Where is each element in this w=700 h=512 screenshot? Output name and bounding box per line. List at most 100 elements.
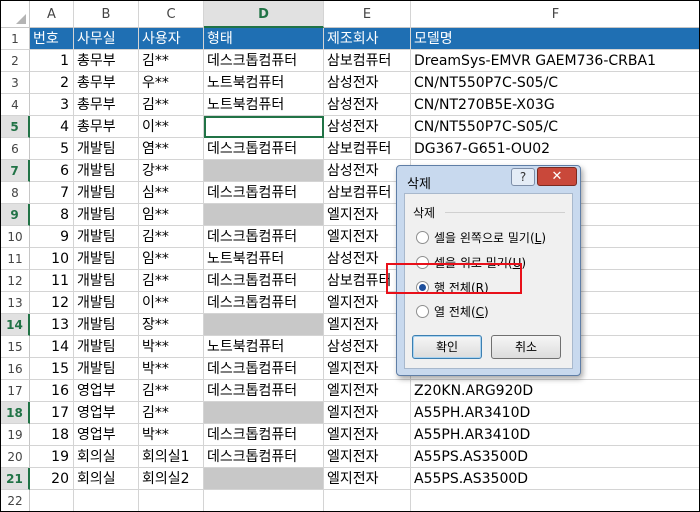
cell[interactable] [204, 490, 324, 511]
row-header[interactable]: 18 [1, 402, 30, 424]
cell[interactable]: 박** [139, 336, 204, 358]
cell[interactable]: A55PS.AS3500D [411, 468, 699, 490]
cell[interactable]: 회의실 [74, 446, 139, 468]
header-cell[interactable]: 사용자 [139, 28, 204, 50]
row-header[interactable]: 6 [1, 138, 30, 160]
row-header[interactable]: 4 [1, 94, 30, 116]
cell[interactable]: A55PH.AR3410D [411, 424, 699, 446]
cell[interactable]: 데스크톱컴퓨터 [204, 50, 324, 72]
cell[interactable]: 개발팀 [74, 204, 139, 226]
row-header[interactable]: 15 [1, 336, 30, 358]
cell[interactable]: 10 [30, 248, 74, 270]
cell[interactable]: 삼보컴퓨터 [324, 50, 411, 72]
cell[interactable] [324, 490, 411, 511]
cell[interactable]: 데스크톱컴퓨터 [204, 424, 324, 446]
cell[interactable]: 개발팀 [74, 314, 139, 336]
cell[interactable]: 데스크톱컴퓨터 [204, 292, 324, 314]
cell[interactable] [204, 116, 324, 138]
option-entire-column[interactable]: 열 전체(C) [416, 303, 489, 321]
cell[interactable]: 개발팀 [74, 358, 139, 380]
option-shift-left[interactable]: 셀을 왼쪽으로 밀기(L) [416, 229, 546, 247]
cell[interactable]: 데스크톱컴퓨터 [204, 182, 324, 204]
row-header[interactable]: 20 [1, 446, 30, 468]
column-header-a[interactable]: A [30, 1, 74, 28]
cell[interactable]: 개발팀 [74, 138, 139, 160]
cell[interactable]: 김** [139, 270, 204, 292]
cell[interactable]: 영업부 [74, 380, 139, 402]
cell[interactable]: 이** [139, 116, 204, 138]
cell[interactable] [411, 490, 699, 511]
cell[interactable]: 개발팀 [74, 270, 139, 292]
cell[interactable]: 개발팀 [74, 336, 139, 358]
cell[interactable]: 엘지전자 [324, 424, 411, 446]
cell[interactable]: 15 [30, 358, 74, 380]
cell[interactable]: 2 [30, 72, 74, 94]
row-header[interactable]: 8 [1, 182, 30, 204]
cell[interactable]: 심** [139, 182, 204, 204]
help-button[interactable]: ? [511, 168, 535, 186]
cell[interactable]: 데스크톱컴퓨터 [204, 446, 324, 468]
cell[interactable]: 7 [30, 182, 74, 204]
cell[interactable]: 6 [30, 160, 74, 182]
cell[interactable]: 영업부 [74, 402, 139, 424]
cell[interactable] [204, 468, 324, 490]
row-header[interactable]: 21 [1, 468, 30, 490]
cell[interactable]: CN/NT550P7C-S05/C [411, 72, 699, 94]
cell[interactable]: 데스크톱컴퓨터 [204, 380, 324, 402]
column-header-f[interactable]: F [411, 1, 699, 28]
cell[interactable] [204, 204, 324, 226]
cell[interactable]: 12 [30, 292, 74, 314]
cell[interactable] [204, 314, 324, 336]
cell[interactable]: 데스크톱컴퓨터 [204, 270, 324, 292]
cell[interactable]: 5 [30, 138, 74, 160]
row-header[interactable]: 5 [1, 116, 30, 138]
row-header[interactable]: 9 [1, 204, 30, 226]
cell[interactable] [204, 402, 324, 424]
row-header[interactable]: 13 [1, 292, 30, 314]
cell[interactable]: A55PS.AS3500D [411, 446, 699, 468]
close-button[interactable]: ✕ [537, 167, 577, 186]
cell[interactable]: 9 [30, 226, 74, 248]
cell[interactable]: 4 [30, 116, 74, 138]
cell[interactable]: 삼성전자 [324, 116, 411, 138]
row-header[interactable]: 3 [1, 72, 30, 94]
cell[interactable]: 박** [139, 358, 204, 380]
cell[interactable]: 개발팀 [74, 292, 139, 314]
cell[interactable]: 3 [30, 94, 74, 116]
cell[interactable]: 우** [139, 72, 204, 94]
cell[interactable]: 20 [30, 468, 74, 490]
header-cell[interactable]: 형태 [204, 28, 324, 50]
cell[interactable]: 삼성전자 [324, 94, 411, 116]
cell[interactable]: 엘지전자 [324, 446, 411, 468]
cell[interactable]: 19 [30, 446, 74, 468]
cell[interactable]: 데스크톱컴퓨터 [204, 358, 324, 380]
cell[interactable] [74, 490, 139, 511]
cell[interactable]: 엘지전자 [324, 402, 411, 424]
cell[interactable]: 데스크톱컴퓨터 [204, 138, 324, 160]
row-header[interactable]: 14 [1, 314, 30, 336]
column-header-d[interactable]: D [204, 1, 324, 28]
column-header-e[interactable]: E [324, 1, 411, 28]
cell[interactable] [30, 490, 74, 511]
header-cell[interactable]: 사무실 [74, 28, 139, 50]
select-all-corner[interactable] [1, 1, 30, 28]
row-header[interactable]: 10 [1, 226, 30, 248]
ok-button[interactable]: 확인 [412, 335, 482, 359]
cell[interactable]: 김** [139, 94, 204, 116]
cell[interactable]: 11 [30, 270, 74, 292]
cell[interactable]: CN/NT270B5E-X03G [411, 94, 699, 116]
cell[interactable]: 박** [139, 424, 204, 446]
cell[interactable]: 개발팀 [74, 226, 139, 248]
cell[interactable]: 삼성전자 [324, 72, 411, 94]
cell[interactable]: 8 [30, 204, 74, 226]
cell[interactable]: A55PH.AR3410D [411, 402, 699, 424]
row-header[interactable]: 1 [1, 28, 30, 50]
cell[interactable]: 회의실2 [139, 468, 204, 490]
cell[interactable]: 임** [139, 248, 204, 270]
column-header-b[interactable]: B [74, 1, 139, 28]
cell[interactable]: 18 [30, 424, 74, 446]
cell[interactable]: 노트북컴퓨터 [204, 94, 324, 116]
row-header[interactable]: 7 [1, 160, 30, 182]
cell[interactable]: 개발팀 [74, 182, 139, 204]
cell[interactable]: 총무부 [74, 72, 139, 94]
